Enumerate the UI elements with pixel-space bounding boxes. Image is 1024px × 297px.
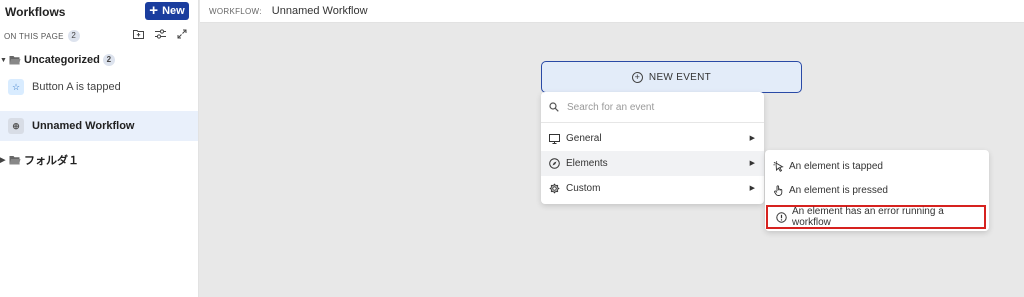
event-element-error[interactable]: An element has an error running a workfl… [766, 205, 986, 229]
on-this-page: ON THIS PAGE 2 [4, 30, 80, 42]
search-icon [548, 102, 559, 113]
new-event-button[interactable]: + NEW EVENT [541, 61, 802, 93]
category-label: General [566, 133, 602, 144]
folder-icon [9, 155, 21, 165]
folder-folder1[interactable]: ▶ フォルダ１ [0, 151, 79, 169]
tap-cursor-icon [773, 160, 784, 172]
plus-circle-icon: + [631, 71, 643, 83]
tap-icon: ☆ [8, 79, 24, 95]
sidebar: Workflows + New ON THIS PAGE 2 ▼ Uncateg… [0, 0, 199, 297]
hand-pointer-icon [773, 184, 784, 196]
workflow-name: Unnamed Workflow [32, 120, 135, 132]
event-element-pressed[interactable]: An element is pressed [765, 178, 989, 202]
count-badge: 2 [67, 30, 80, 42]
category-label: Elements [566, 158, 608, 169]
folder-count-badge: 2 [102, 54, 115, 66]
chevron-right-icon: ▶ [749, 185, 755, 192]
folder-name: フォルダ１ [24, 155, 79, 167]
workflow-topbar: WORKFLOW: Unnamed Workflow [200, 0, 1024, 23]
chevron-right-icon: ▶ [749, 135, 755, 142]
filter-sliders-icon[interactable] [154, 28, 166, 40]
category-custom[interactable]: Custom ▶ [541, 176, 764, 201]
new-button-label: New [162, 5, 185, 17]
folder-open-icon [9, 55, 21, 65]
gear-icon [549, 183, 560, 194]
new-folder-icon[interactable] [132, 28, 144, 40]
event-label: An element is tapped [789, 160, 883, 172]
sidebar-tools [132, 28, 188, 40]
caret-right-icon[interactable]: ▶ [0, 156, 6, 164]
event-search [541, 92, 764, 123]
category-general[interactable]: General ▶ [541, 126, 764, 151]
folder-name: Uncategorized [24, 54, 100, 66]
plus-circle-icon: ⊕ [8, 118, 24, 134]
alert-circle-icon [776, 211, 787, 223]
workflow-label: WORKFLOW: [209, 6, 262, 16]
new-event-label: NEW EVENT [648, 71, 712, 83]
event-label: An element has an error running a workfl… [792, 206, 944, 228]
category-elements[interactable]: Elements ▶ [541, 151, 764, 176]
expand-icon[interactable] [176, 28, 188, 40]
on-this-page-label: ON THIS PAGE [4, 31, 64, 41]
event-element-tapped[interactable]: An element is tapped [765, 154, 989, 178]
workflow-item-selected[interactable]: ⊕ Unnamed Workflow [0, 111, 198, 141]
event-label: An element is pressed [789, 184, 888, 196]
plus-icon: + [149, 2, 159, 19]
event-dropdown: General ▶ Elements ▶ Custom ▶ [541, 92, 764, 204]
category-label: Custom [566, 183, 601, 194]
caret-down-icon[interactable]: ▼ [0, 57, 7, 64]
monitor-icon [549, 133, 560, 144]
sidebar-header: Workflows + New [0, 0, 199, 23]
event-search-input[interactable] [567, 101, 747, 113]
folder-uncategorized[interactable]: ▼ Uncategorized 2 [0, 51, 115, 69]
chevron-right-icon: ▶ [749, 160, 755, 167]
sidebar-title: Workflows [5, 5, 66, 19]
new-workflow-button[interactable]: + New [145, 2, 189, 20]
workflow-title[interactable]: Unnamed Workflow [272, 5, 368, 17]
workflow-name: Button A is tapped [32, 81, 121, 93]
compass-icon [549, 158, 560, 169]
elements-submenu: An element is tapped An element is press… [765, 150, 989, 231]
workflow-item[interactable]: ☆ Button A is tapped [0, 72, 198, 102]
